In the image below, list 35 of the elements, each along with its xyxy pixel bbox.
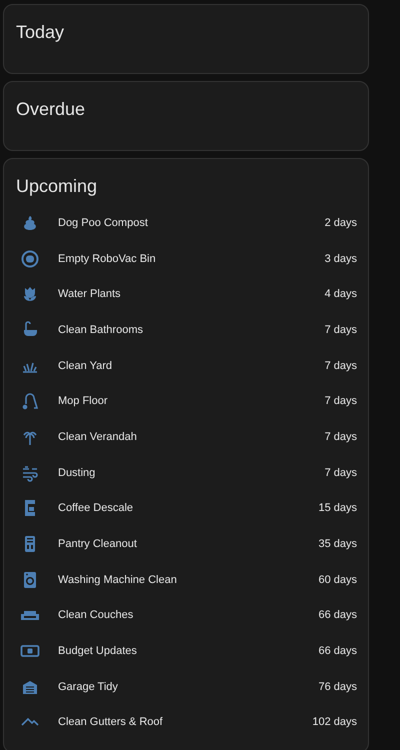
section-title: Overdue: [15, 98, 86, 121]
due-time: 60 days: [318, 574, 357, 586]
due-time: 35 days: [318, 538, 357, 550]
chore-name: Garage Tidy: [58, 680, 119, 693]
chore-name: Dusting: [58, 466, 96, 479]
robot-vacuum-icon: [20, 248, 40, 269]
section-title: Upcoming: [15, 175, 98, 198]
chore-name: Clean Gutters & Roof: [58, 716, 164, 728]
due-time: 66 days: [318, 609, 357, 622]
due-time: 102 days: [312, 716, 357, 728]
due-time: 15 days: [318, 502, 357, 514]
due-time: 66 days: [318, 645, 357, 658]
chore-name: Clean Verandah: [58, 430, 138, 443]
due-time: 3 days: [324, 252, 357, 265]
due-time: 7 days: [324, 430, 357, 443]
due-time: 7 days: [324, 324, 357, 336]
chore-name: Mop Floor: [58, 395, 109, 408]
due-time: 7 days: [324, 360, 357, 372]
due-time: 2 days: [324, 216, 357, 229]
chore-name: Empty RoboVac Bin: [58, 252, 157, 265]
due-time: 4 days: [324, 288, 357, 300]
chore-name: Water Plants: [58, 288, 122, 300]
chore-name: Clean Yard: [58, 360, 114, 372]
chore-name: Dog Poo Compost: [58, 216, 149, 229]
chore-name: Clean Bathrooms: [58, 324, 144, 336]
chore-name: Pantry Cleanout: [58, 538, 138, 550]
section-title: Today: [15, 21, 66, 44]
due-time: 7 days: [324, 466, 357, 479]
chore-name: Coffee Descale: [58, 502, 134, 514]
chore-name: Budget Updates: [58, 645, 138, 658]
chore-name: Clean Couches: [58, 609, 134, 622]
due-time: 7 days: [324, 395, 357, 408]
vacuum-icon: [20, 391, 40, 412]
due-time: 76 days: [318, 680, 357, 693]
chore-name: Washing Machine Clean: [58, 574, 178, 586]
